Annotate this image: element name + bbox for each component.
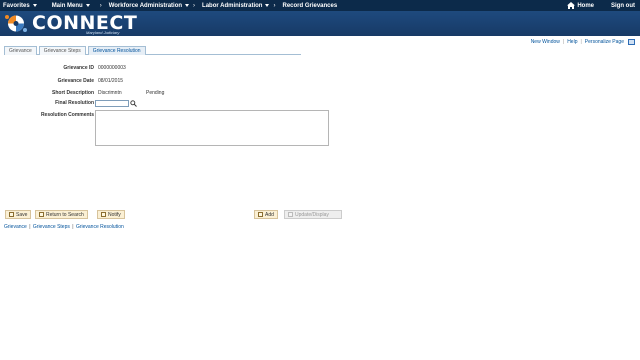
notify-icon [101,212,106,217]
utility-links: New Window | Help | Personalize Page [531,39,635,45]
breadcrumb-label: Labor Administration [202,2,263,9]
notify-button[interactable]: Notify [97,210,125,219]
tab-grievance-steps[interactable]: Grievance Steps [38,46,86,55]
return-to-search-button[interactable]: Return to Search [35,210,88,219]
add-label: Add [265,211,274,218]
sign-out-link[interactable]: Sign out [608,3,635,9]
add-button[interactable]: Add [254,210,278,219]
bottom-link-grievance[interactable]: Grievance [4,224,27,230]
new-window-link[interactable]: New Window [531,39,560,45]
home-link[interactable]: Home [564,2,594,9]
update-display-icon [288,212,293,217]
update-display-label: Update/Display [295,211,329,218]
breadcrumb-separator: › [99,2,102,9]
grievance-date-label: Grievance Date [57,78,94,84]
short-description-value: Discrimntn [98,90,122,96]
tab-label: Grievance Resolution [92,48,141,54]
final-resolution-label: Final Resolution [55,100,94,106]
chevron-down-icon [32,4,37,7]
breadcrumb-label: Workforce Administration [108,2,183,9]
notify-label: Notify [108,211,121,218]
status-value: Pending [146,90,165,96]
main-menu-label: Main Menu [51,2,83,9]
personalize-grid-icon[interactable] [628,39,635,45]
link-separator: | [562,39,565,45]
top-nav-bar: Favorites Main Menu › Workforce Administ… [0,0,640,11]
short-description-label: Short Description [52,90,94,96]
resolution-comments-textarea[interactable] [95,110,329,146]
top-nav-right: Home Sign out [564,0,635,11]
header-banner: CONNECT Maryland Judiciary [0,11,640,36]
grievance-id-label: Grievance ID [63,65,94,71]
breadcrumb-label: Record Grievances [282,2,338,9]
bottom-link-grievance-steps[interactable]: Grievance Steps [33,224,70,230]
breadcrumb-separator: › [193,2,196,9]
save-icon [9,212,14,217]
tab-label: Grievance [9,48,32,54]
favorites-menu[interactable]: Favorites [0,3,37,9]
return-to-search-label: Return to Search [46,211,84,218]
breadcrumb-workforce-administration[interactable]: Workforce Administration [106,2,190,9]
chevron-down-icon [265,4,270,7]
link-separator: | [29,224,31,230]
page-tabs: Grievance Grievance Steps Grievance Reso… [4,46,301,55]
connect-logo-icon [5,15,27,32]
lookup-magnifier-icon[interactable] [130,100,137,107]
final-resolution-input[interactable] [95,100,129,107]
update-display-button[interactable]: Update/Display [284,210,342,219]
grievance-date-value: 08/01/2015 [98,78,124,84]
tab-grievance[interactable]: Grievance [4,46,37,55]
bottom-page-links: Grievance | Grievance Steps | Grievance … [4,224,124,230]
chevron-down-icon [185,4,190,7]
breadcrumb-labor-administration[interactable]: Labor Administration [199,2,270,9]
add-icon [258,212,263,217]
resolution-comments-label: Resolution Comments [40,112,94,118]
grievance-id-value: 0000000003 [98,65,126,71]
save-label: Save [16,211,28,218]
link-separator: | [580,39,582,45]
logo-subtitle: Maryland Judiciary [86,30,120,35]
tab-label: Grievance Steps [43,48,81,54]
return-to-search-icon [39,212,44,217]
home-label: Home [577,2,594,9]
breadcrumb-separator: › [273,2,276,9]
home-icon [567,2,576,9]
chevron-down-icon [85,4,90,7]
help-link[interactable]: Help [567,39,577,45]
link-separator: | [72,224,74,230]
save-button[interactable]: Save [5,210,32,219]
breadcrumb-record-grievances[interactable]: Record Grievances [279,3,337,9]
logo-text: CONNECT [32,12,138,34]
favorites-label: Favorites [3,2,30,9]
tab-grievance-resolution[interactable]: Grievance Resolution [87,46,146,55]
sign-out-label: Sign out [611,2,635,9]
bottom-link-grievance-resolution[interactable]: Grievance Resolution [76,224,124,230]
main-menu[interactable]: Main Menu [49,3,90,9]
personalize-page-link[interactable]: Personalize Page [585,39,624,45]
